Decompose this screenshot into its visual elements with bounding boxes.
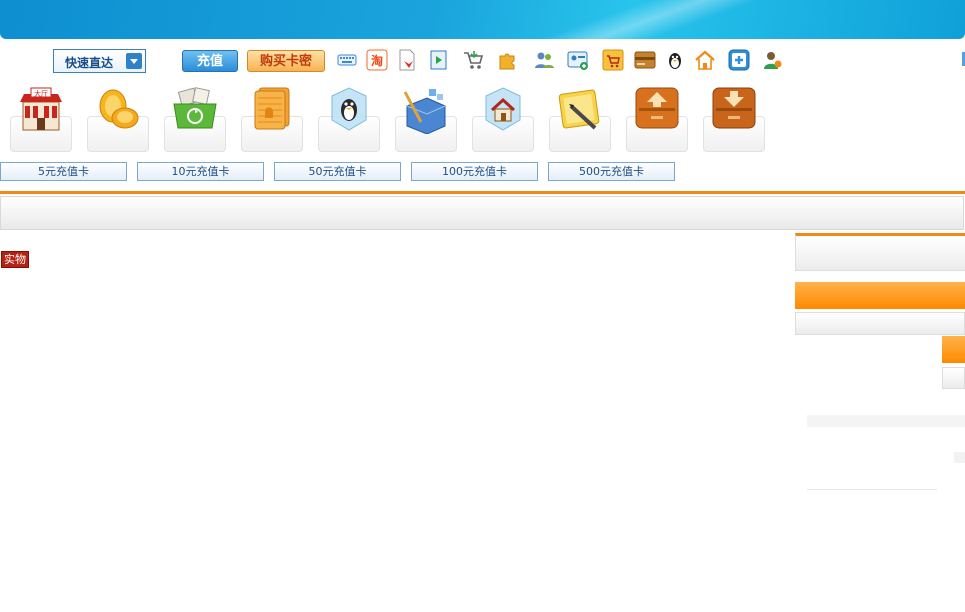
cart-icon[interactable] <box>462 49 484 71</box>
sidebar-active-tab[interactable] <box>795 282 965 309</box>
taobao-icon[interactable]: 淘 <box>366 49 388 71</box>
document-icon[interactable] <box>396 49 418 71</box>
door-exit-icon[interactable] <box>428 49 450 71</box>
cards-icon <box>254 87 290 130</box>
recycle-button[interactable] <box>164 86 226 152</box>
building-blocks-button[interactable] <box>395 86 457 152</box>
sidebar-side-tab-active[interactable] <box>942 336 965 363</box>
sidebar-divider <box>807 489 937 490</box>
qq-penguin-icon[interactable] <box>664 49 686 71</box>
recharge-button[interactable]: 充值 <box>182 50 238 72</box>
coins-button[interactable] <box>87 86 149 152</box>
wallet-icon[interactable] <box>634 49 656 71</box>
shop-icon[interactable] <box>602 49 624 71</box>
building-blocks-icon <box>403 89 446 134</box>
house-cube-icon <box>485 87 521 131</box>
notepad-pen-icon <box>558 89 600 130</box>
section-divider <box>0 191 965 194</box>
home-icon[interactable] <box>694 49 716 71</box>
buy-card-button[interactable]: 购买卡密 <box>247 50 325 72</box>
lobby-button[interactable]: 大厅 <box>10 86 72 152</box>
chevron-down-icon[interactable] <box>126 53 142 69</box>
penguin-cube-button[interactable] <box>318 86 380 152</box>
notepad-pen-button[interactable] <box>549 86 611 152</box>
upload-box-button[interactable] <box>626 86 688 152</box>
lobby-sign-label: 大厅 <box>34 89 48 98</box>
section-header-bar <box>0 196 964 230</box>
cards-button[interactable] <box>241 86 303 152</box>
keyboard-icon[interactable] <box>336 49 358 71</box>
recharge-card-100[interactable]: 100元充值卡 <box>411 162 538 181</box>
quick-nav-dropdown[interactable]: 快速直达 <box>53 49 146 73</box>
coins-icon <box>99 89 139 129</box>
physical-goods-tag[interactable]: 实物 <box>1 251 29 268</box>
recycle-icon <box>173 87 217 129</box>
recharge-card-5[interactable]: 5元充值卡 <box>0 162 127 181</box>
penguin-cube-icon <box>331 87 367 131</box>
sidebar-header <box>795 233 965 271</box>
house-cube-button[interactable] <box>472 86 534 152</box>
sidebar-placeholder-box <box>954 452 965 463</box>
plus-icon[interactable] <box>728 49 750 71</box>
download-box-button[interactable] <box>703 86 765 152</box>
users-icon[interactable] <box>533 49 555 71</box>
recharge-card-50[interactable]: 50元充值卡 <box>274 162 401 181</box>
id-card-icon[interactable] <box>567 49 589 71</box>
recharge-card-10[interactable]: 10元充值卡 <box>137 162 264 181</box>
quick-nav-label: 快速直达 <box>65 56 114 70</box>
lobby-icon: 大厅 <box>20 87 62 131</box>
user-icon[interactable] <box>761 49 783 71</box>
top-banner <box>0 0 965 39</box>
svg-text:淘: 淘 <box>371 53 383 68</box>
sidebar-subheader <box>795 312 965 335</box>
recharge-card-500[interactable]: 500元充值卡 <box>548 162 675 181</box>
upload-box-icon <box>635 87 679 129</box>
sidebar-side-tab[interactable] <box>942 367 965 389</box>
download-box-icon <box>712 87 756 129</box>
puzzle-icon[interactable] <box>497 49 519 71</box>
sidebar-placeholder-row <box>807 415 965 427</box>
